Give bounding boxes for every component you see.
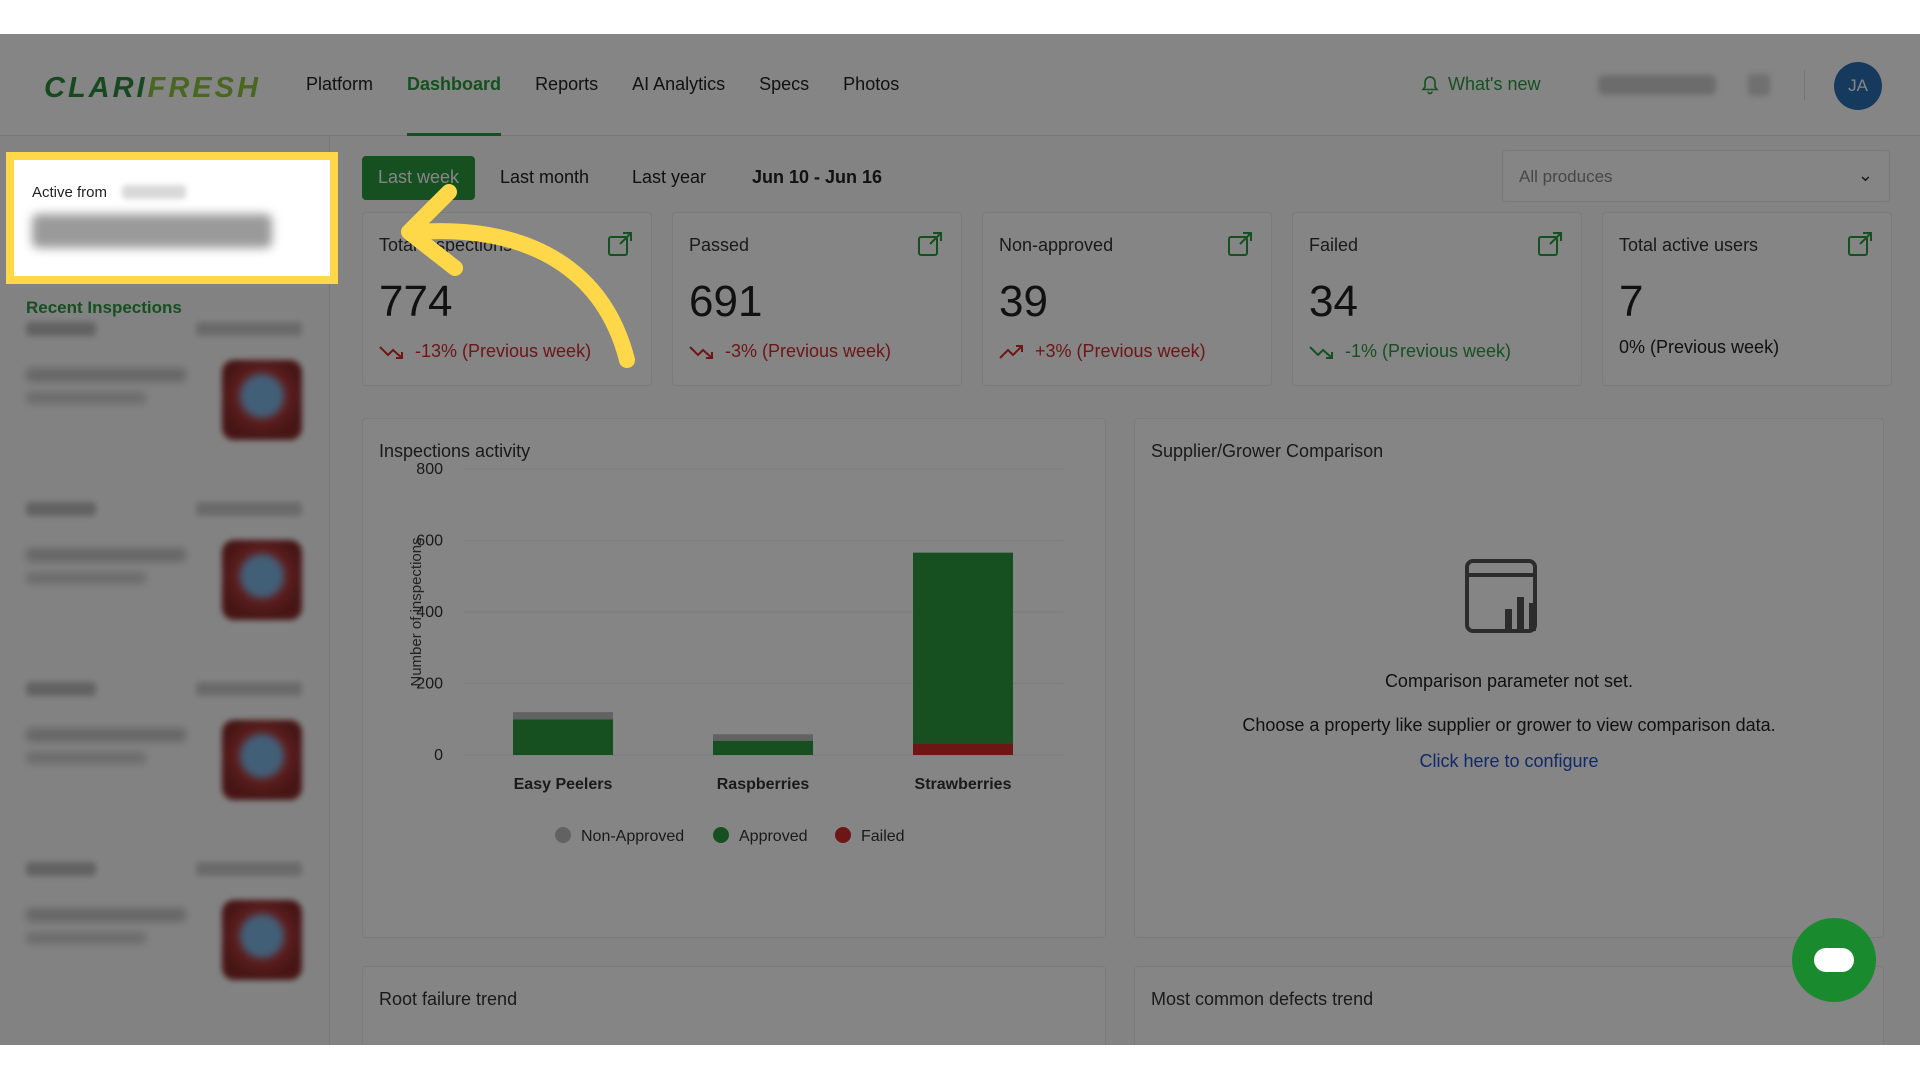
bar-approved bbox=[513, 719, 613, 755]
inspections-activity-chart: 0200400600800Number of inspectionsEasy P… bbox=[408, 461, 1063, 845]
produce-select[interactable]: All produces ⌄ bbox=[1502, 150, 1890, 202]
active-from-date bbox=[122, 185, 186, 199]
y-tick-label: 800 bbox=[416, 461, 443, 478]
external-link-icon[interactable] bbox=[1537, 231, 1563, 257]
external-link-icon[interactable] bbox=[1227, 231, 1253, 257]
stat-value: 34 bbox=[1309, 277, 1358, 326]
inspection-thumbnail bbox=[222, 720, 302, 800]
trend-up-icon bbox=[999, 344, 1023, 359]
stat-value: 39 bbox=[999, 277, 1048, 326]
stat-value: 691 bbox=[689, 277, 763, 326]
tutorial-arrow-icon bbox=[401, 184, 635, 368]
bell-icon bbox=[1421, 75, 1439, 94]
whats-new-button[interactable]: What's new bbox=[1420, 74, 1540, 95]
screen: CLARIFRESH Platform Dashboard Reports AI… bbox=[0, 34, 1920, 1045]
nav-photos[interactable]: Photos bbox=[843, 34, 899, 136]
comparison-panel: Supplier/Grower Comparison Comparison pa… bbox=[1134, 418, 1884, 938]
legend-marker bbox=[713, 827, 729, 843]
stat-card-active-users: Total active users 7 0% (Previous week) bbox=[1602, 212, 1892, 386]
panel-title: Root failure trend bbox=[379, 989, 518, 1009]
stat-card-non-approved: Non-approved 39 +3% (Previous week) bbox=[982, 212, 1272, 386]
bar-approved bbox=[713, 740, 813, 755]
external-link-icon[interactable] bbox=[1847, 231, 1873, 257]
inspections-activity-panel: Inspections activity 0 200 400 600 800 Number… bbox=[362, 418, 1106, 938]
nav-platform[interactable]: Platform bbox=[306, 34, 373, 136]
x-tick-label: Raspberries bbox=[717, 776, 810, 793]
common-defects-trend-panel: Most common defects trend bbox=[1134, 966, 1884, 1045]
trend-down-icon bbox=[689, 345, 713, 359]
organization-switcher[interactable] bbox=[1598, 75, 1716, 95]
chat-support-button[interactable] bbox=[1792, 918, 1876, 1002]
stat-title: Passed bbox=[689, 235, 750, 255]
bar-approved bbox=[913, 552, 1013, 744]
stat-delta: -3% (Previous week) bbox=[689, 341, 891, 362]
chat-bubble-icon bbox=[1814, 948, 1854, 972]
organization-name bbox=[32, 214, 272, 248]
y-axis-label: Number of inspections bbox=[408, 537, 425, 686]
stat-card-failed: Failed 34 -1% (Previous week) bbox=[1292, 212, 1582, 386]
list-item[interactable] bbox=[26, 682, 306, 832]
stat-card-passed: Passed 691 -3% (Previous week) bbox=[672, 212, 962, 386]
inspection-thumbnail bbox=[222, 360, 302, 440]
empty-state-description: Choose a property like supplier or growe… bbox=[1242, 715, 1776, 735]
bar-failed bbox=[913, 743, 1013, 755]
main-nav: Platform Dashboard Reports AI Analytics … bbox=[306, 34, 933, 136]
configure-comparison-link[interactable]: Click here to configure bbox=[1135, 751, 1883, 772]
stat-delta-text: +3% (Previous week) bbox=[1035, 341, 1206, 361]
legend-label: Failed bbox=[861, 828, 905, 845]
x-tick-label: Strawberries bbox=[915, 776, 1012, 793]
nav-dashboard[interactable]: Dashboard bbox=[407, 34, 502, 136]
list-item[interactable] bbox=[26, 502, 306, 652]
recent-inspections-heading[interactable]: Recent Inspections bbox=[26, 298, 182, 318]
stat-title: Failed bbox=[1309, 235, 1359, 255]
empty-state-title: Comparison parameter not set. bbox=[1384, 671, 1634, 691]
legend-label: Approved bbox=[739, 828, 808, 845]
inspection-thumbnail bbox=[222, 900, 302, 980]
inspection-thumbnail bbox=[222, 540, 302, 620]
notifications-icon[interactable] bbox=[1748, 74, 1770, 96]
top-navigation: CLARIFRESH Platform Dashboard Reports AI… bbox=[0, 34, 1920, 136]
list-item[interactable] bbox=[26, 322, 306, 472]
stat-delta-text: -3% (Previous week) bbox=[725, 341, 892, 361]
nav-reports[interactable]: Reports bbox=[535, 34, 598, 136]
legend-marker bbox=[555, 827, 571, 843]
legend-marker bbox=[835, 827, 851, 843]
chevron-down-icon: ⌄ bbox=[1857, 165, 1873, 185]
bar-non-approved bbox=[713, 734, 813, 741]
logo-text-part2: FRESH bbox=[147, 72, 261, 104]
empty-chart-icon bbox=[1465, 559, 1537, 633]
stat-delta: +3% (Previous week) bbox=[999, 341, 1206, 362]
y-tick-label: 0 bbox=[434, 747, 443, 764]
produce-select-value: All produces bbox=[1519, 167, 1613, 186]
app-logo[interactable]: CLARIFRESH bbox=[44, 72, 261, 105]
stat-title: Total active users bbox=[1619, 235, 1759, 255]
stat-delta: -1% (Previous week) bbox=[1309, 341, 1511, 362]
active-from-label: Active from bbox=[32, 184, 108, 201]
stat-title: Non-approved bbox=[999, 235, 1114, 255]
user-avatar[interactable]: JA bbox=[1834, 62, 1882, 110]
bar-non-approved bbox=[513, 712, 613, 720]
nav-divider bbox=[1804, 70, 1805, 100]
stat-delta-text: -1% (Previous week) bbox=[1345, 341, 1512, 361]
panel-title: Supplier/Grower Comparison bbox=[1151, 441, 1384, 461]
nav-ai-analytics[interactable]: AI Analytics bbox=[632, 34, 725, 136]
external-link-icon[interactable] bbox=[917, 231, 943, 257]
panel-title: Most common defects trend bbox=[1151, 989, 1374, 1009]
stat-value: 7 bbox=[1619, 277, 1644, 326]
x-tick-label: Easy Peelers bbox=[514, 776, 613, 793]
trend-down-icon bbox=[1309, 345, 1333, 359]
nav-specs[interactable]: Specs bbox=[759, 34, 809, 136]
list-item[interactable] bbox=[26, 862, 306, 1012]
date-range-label[interactable]: Jun 10 - Jun 16 bbox=[752, 167, 882, 188]
logo-text-part1: CLARI bbox=[44, 72, 148, 104]
root-failure-trend-panel: Root failure trend bbox=[362, 966, 1106, 1045]
legend-label: Non-Approved bbox=[581, 828, 684, 845]
stat-delta: 0% (Previous week) bbox=[1619, 337, 1779, 358]
whats-new-label: What's new bbox=[1448, 74, 1541, 94]
active-from-highlight: Active from bbox=[6, 152, 338, 284]
stat-delta-text: 0% (Previous week) bbox=[1619, 337, 1780, 357]
